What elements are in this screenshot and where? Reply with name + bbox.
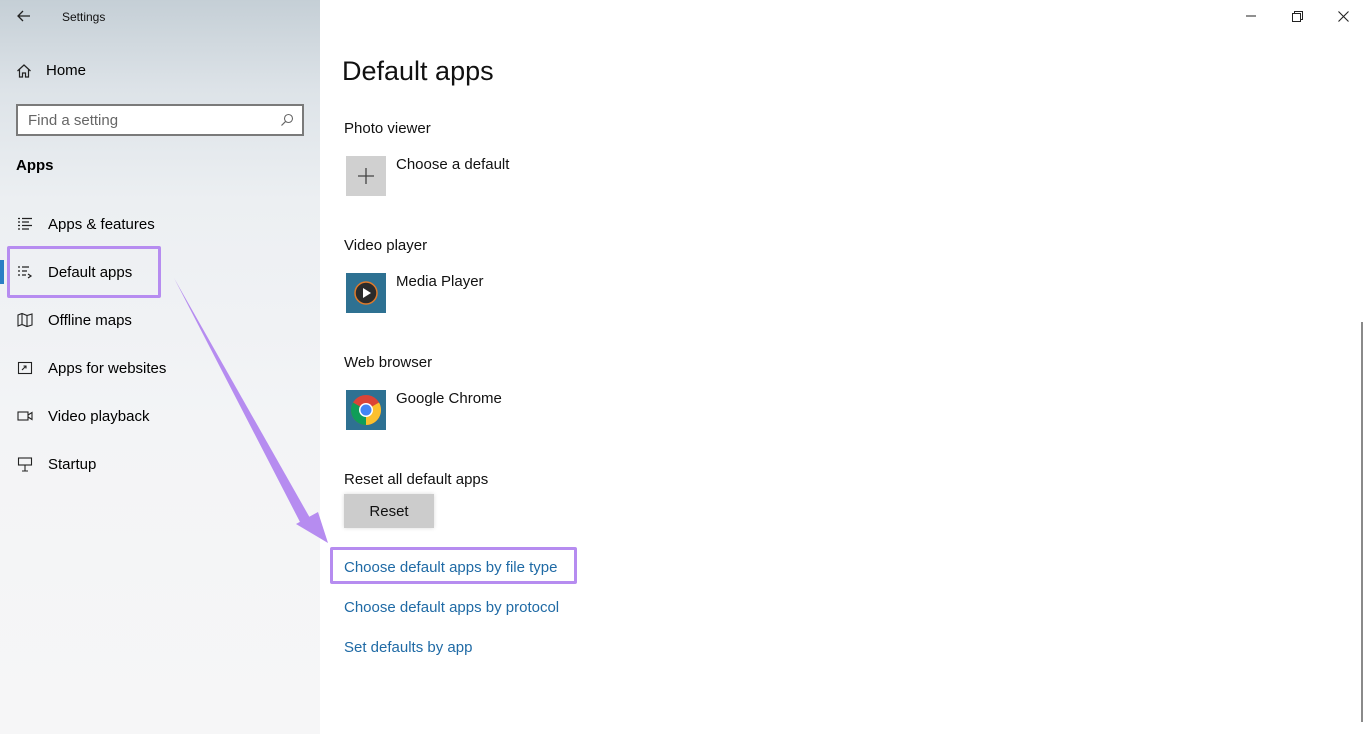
web-browser-label: Web browser [344,354,433,371]
home-nav-item[interactable]: Home [16,62,86,79]
chrome-icon [346,390,386,430]
video-player-app-button[interactable]: Media Player [346,273,484,313]
sidebar-item-apps-for-websites[interactable]: Apps for websites [16,356,166,380]
home-icon [17,63,31,78]
search-icon [281,113,294,126]
list-icon [16,215,34,233]
search-input[interactable] [28,111,280,129]
sidebar-item-startup[interactable]: Startup [16,452,96,476]
section-title: Apps [16,157,54,174]
choose-by-file-type-link[interactable]: Choose default apps by file type [344,559,557,576]
sidebar-item-label: Startup [48,455,97,473]
reset-label: Reset all default apps [344,471,489,488]
sidebar-item-label: Default apps [48,263,133,281]
sidebar-item-video-playback[interactable]: Video playback [16,404,149,428]
close-button[interactable] [1320,0,1365,32]
restore-icon [1291,10,1303,22]
sidebar-item-label: Video playback [48,407,150,425]
video-player-label: Video player [344,237,428,254]
close-icon [1337,10,1349,22]
home-label: Home [46,62,87,79]
web-app-icon [16,359,34,377]
startup-icon [16,455,34,473]
sidebar-item-offline-maps[interactable]: Offline maps [16,308,132,332]
scrollbar[interactable] [1361,322,1363,722]
minimize-button[interactable] [1228,0,1274,32]
photo-viewer-app-name: Choose a default [396,156,510,173]
photo-viewer-label: Photo viewer [344,120,431,137]
minimize-icon [1246,15,1256,17]
back-arrow-icon [17,10,30,22]
restore-button[interactable] [1274,0,1320,32]
default-apps-icon [16,263,34,281]
sidebar: Settings Home Apps Apps & features Defau… [0,0,320,734]
sidebar-item-label: Apps & features [48,215,155,233]
media-player-icon [346,273,386,313]
video-player-app-name: Media Player [396,273,484,290]
web-browser-app-name: Google Chrome [396,390,502,407]
sidebar-item-label: Apps for websites [48,359,167,377]
photo-viewer-app-button[interactable]: Choose a default [346,156,509,196]
window-title: Settings [62,10,106,24]
search-box[interactable] [16,104,304,136]
reset-button[interactable]: Reset [344,494,434,528]
set-defaults-by-app-link[interactable]: Set defaults by app [344,639,472,656]
sidebar-item-default-apps[interactable]: Default apps [16,260,132,284]
video-icon [16,407,34,425]
page-title: Default apps [342,56,494,86]
plus-icon [346,156,386,196]
map-icon [16,311,34,329]
sidebar-item-label: Offline maps [48,311,132,329]
choose-by-protocol-link[interactable]: Choose default apps by protocol [344,599,559,616]
sidebar-item-apps-features[interactable]: Apps & features [16,212,155,236]
back-button[interactable] [10,4,38,28]
active-indicator [0,260,4,284]
web-browser-app-button[interactable]: Google Chrome [346,390,502,430]
